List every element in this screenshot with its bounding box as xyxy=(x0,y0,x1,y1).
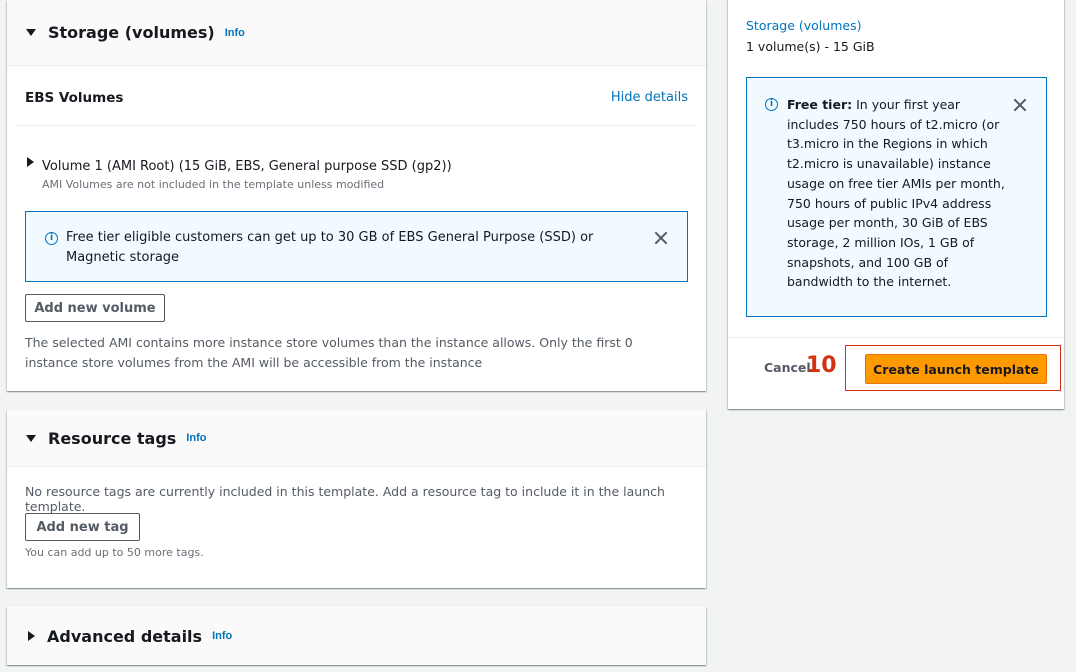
summary-free-tier-flash: i Free tier: In your first year includes… xyxy=(746,77,1047,317)
free-tier-label: Free tier: xyxy=(787,97,853,112)
ebs-volumes-title: EBS Volumes xyxy=(25,90,124,106)
advanced-details-info-link[interactable]: Info xyxy=(212,630,232,642)
add-new-tag-button[interactable]: Add new tag xyxy=(25,513,140,541)
storage-info-link[interactable]: Info xyxy=(225,27,245,39)
summary-storage-value: 1 volume(s) - 15 GiB xyxy=(746,39,875,54)
caret-right-icon[interactable] xyxy=(27,157,34,167)
add-new-volume-button[interactable]: Add new volume xyxy=(25,294,165,322)
divider xyxy=(16,125,697,126)
advanced-details-title: Advanced details xyxy=(47,626,203,646)
volume-1-label[interactable]: Volume 1 (AMI Root) (15 GiB, EBS, Genera… xyxy=(42,159,452,174)
tag-limit-note: You can add up to 50 more tags. xyxy=(25,546,204,559)
resource-tags-description: No resource tags are currently included … xyxy=(25,484,665,514)
caret-right-icon[interactable] xyxy=(28,631,35,641)
volume-note: AMI Volumes are not included in the temp… xyxy=(42,178,385,191)
close-icon[interactable] xyxy=(1012,97,1028,113)
hide-details-link[interactable]: Hide details xyxy=(611,90,688,105)
storage-panel: Storage (volumes) Info EBS Volumes Hide … xyxy=(7,0,706,391)
resource-tags-panel: Resource tags Info No resource tags are … xyxy=(7,410,706,588)
free-tier-flash-text: Free tier eligible customers can get up … xyxy=(66,230,594,265)
cancel-button[interactable]: Cancel xyxy=(764,360,811,375)
summary-free-tier-text: Free tier: In your first year includes 7… xyxy=(787,95,1005,292)
caret-down-icon[interactable] xyxy=(26,29,36,36)
free-tier-flash: i Free tier eligible customers can get u… xyxy=(25,211,688,282)
resource-tags-header[interactable]: Resource tags Info xyxy=(7,410,706,467)
storage-header[interactable]: Storage (volumes) Info xyxy=(7,0,706,66)
summary-storage-link[interactable]: Storage (volumes) xyxy=(746,18,861,33)
resource-tags-title: Resource tags xyxy=(48,428,177,448)
advanced-details-panel: Advanced details Info xyxy=(7,607,706,665)
info-circle-icon: i xyxy=(45,232,58,245)
info-circle-icon: i xyxy=(765,98,778,111)
create-launch-template-button[interactable]: Create launch template xyxy=(865,354,1047,384)
step-number-annotation: 10 xyxy=(806,353,837,378)
summary-divider xyxy=(728,337,1064,338)
storage-title: Storage (volumes) xyxy=(48,23,215,42)
free-tier-description: In your first year includes 750 hours of… xyxy=(787,97,1005,290)
summary-panel: Storage (volumes) 1 volume(s) - 15 GiB i… xyxy=(728,0,1064,409)
close-icon[interactable] xyxy=(653,230,669,246)
ami-instance-store-note: The selected AMI contains more instance … xyxy=(25,335,633,370)
advanced-details-header[interactable]: Advanced details Info xyxy=(7,607,706,665)
resource-tags-info-link[interactable]: Info xyxy=(186,432,206,444)
caret-down-icon[interactable] xyxy=(26,434,36,442)
